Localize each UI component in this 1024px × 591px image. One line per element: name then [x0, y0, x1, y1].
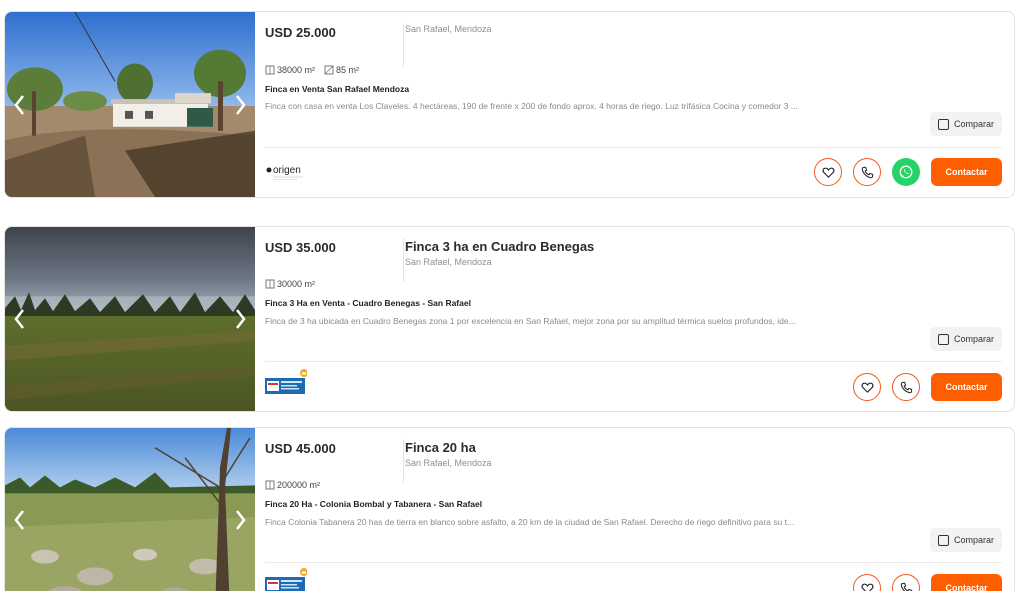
listing-description[interactable]: Finca de 3 ha ubicada en Cuadro Benegas … — [265, 316, 855, 326]
listing-features: 200000 m² — [265, 480, 320, 490]
feature-value: 200000 m² — [277, 480, 321, 490]
posting-title[interactable]: Finca 20 Ha - Colonia Bombal y Tabanera … — [265, 499, 482, 509]
listing-photo[interactable] — [5, 12, 255, 197]
listing-features: 38000 m² 85 m² — [265, 65, 359, 75]
listing-price: USD 25.000 — [265, 25, 336, 40]
listing-card[interactable]: USD 45.000 Finca 20 ha San Rafael, Mendo… — [4, 427, 1015, 591]
listing-location: San Rafael, Mendoza — [405, 24, 492, 34]
compare-label: Comparar — [953, 119, 994, 129]
listing-photo[interactable] — [5, 428, 255, 591]
listing-price: USD 35.000 — [265, 240, 336, 255]
listing-price: USD 45.000 — [265, 441, 336, 456]
listing-info: USD 45.000 Finca 20 ha San Rafael, Mendo… — [265, 428, 1014, 591]
land-area-icon — [265, 65, 275, 75]
realty-logo — [265, 369, 308, 394]
call-button[interactable] — [892, 373, 920, 401]
listing-location: San Rafael, Mendoza — [405, 458, 492, 468]
whatsapp-icon — [899, 165, 913, 179]
compare-checkbox[interactable]: Comparar — [930, 327, 1002, 351]
divider — [403, 238, 404, 282]
contact-button[interactable]: Contactar — [931, 574, 1002, 591]
compare-label: Comparar — [953, 334, 994, 344]
listing-title[interactable]: Finca 3 ha en Cuadro Benegas — [405, 239, 594, 254]
heart-icon — [861, 382, 873, 393]
listing-title[interactable]: Finca 20 ha — [405, 440, 476, 455]
contact-button[interactable]: Contactar — [931, 373, 1002, 401]
favorite-button[interactable] — [814, 158, 842, 186]
listing-description[interactable]: Finca con casa en venta Los Claveles. 4 … — [265, 101, 855, 111]
listing-features: 30000 m² — [265, 279, 315, 289]
listing-photo[interactable] — [5, 227, 255, 411]
compare-label: Comparar — [953, 535, 994, 545]
feature-land-area: 30000 m² — [265, 279, 315, 289]
phone-icon — [900, 582, 912, 591]
divider — [403, 23, 404, 67]
land-area-icon — [265, 279, 275, 289]
posting-title[interactable]: Finca en Venta San Rafael Mendoza — [265, 84, 409, 94]
origen-logo: origen — [266, 165, 303, 180]
checkbox-icon — [937, 333, 949, 345]
publisher-logo[interactable] — [265, 568, 308, 591]
next-photo-icon[interactable] — [231, 92, 249, 118]
publisher-logo[interactable] — [265, 369, 308, 394]
heart-icon — [861, 583, 873, 591]
divider — [265, 361, 1002, 362]
listing-card[interactable]: USD 25.000 San Rafael, Mendoza 38000 m² … — [4, 11, 1015, 198]
divider — [265, 147, 1002, 148]
previous-photo-icon[interactable] — [11, 507, 29, 533]
svg-text:origen: origen — [273, 165, 301, 176]
phone-icon — [861, 166, 873, 178]
listing-description[interactable]: Finca Colonia Tabanera 20 has de tierra … — [265, 517, 855, 527]
feature-value: 30000 m² — [277, 279, 316, 289]
feature-value: 85 m² — [336, 65, 360, 75]
checkbox-icon — [937, 534, 949, 546]
compare-checkbox[interactable]: Comparar — [930, 112, 1002, 136]
land-area-icon — [265, 480, 275, 490]
listings-feed: USD 25.000 San Rafael, Mendoza 38000 m² … — [0, 0, 1024, 591]
feature-land-area: 200000 m² — [265, 480, 320, 490]
listing-card[interactable]: USD 35.000 Finca 3 ha en Cuadro Benegas … — [4, 226, 1015, 412]
listing-location: San Rafael, Mendoza — [405, 257, 492, 267]
feature-covered-area: 85 m² — [324, 65, 359, 75]
next-photo-icon[interactable] — [231, 306, 249, 332]
phone-icon — [900, 381, 912, 393]
divider — [403, 439, 404, 483]
farmhouse-photo — [5, 12, 255, 197]
listing-info: USD 35.000 Finca 3 ha en Cuadro Benegas … — [265, 227, 1014, 411]
open-land-photo — [5, 428, 255, 591]
previous-photo-icon[interactable] — [11, 306, 29, 332]
favorite-button[interactable] — [853, 574, 881, 591]
compare-checkbox[interactable]: Comparar — [930, 528, 1002, 552]
divider — [265, 562, 1002, 563]
call-button[interactable] — [892, 574, 920, 591]
call-button[interactable] — [853, 158, 881, 186]
listing-actions: Contactar — [814, 158, 1002, 186]
field-photo — [5, 227, 255, 411]
listing-actions: Contactar — [853, 373, 1002, 401]
publisher-logo[interactable]: origen — [265, 161, 307, 183]
heart-icon — [822, 167, 834, 178]
feature-value: 38000 m² — [277, 65, 316, 75]
next-photo-icon[interactable] — [231, 507, 249, 533]
posting-title[interactable]: Finca 3 Ha en Venta - Cuadro Benegas - S… — [265, 298, 471, 308]
favorite-button[interactable] — [853, 373, 881, 401]
listing-actions: Contactar — [853, 574, 1002, 591]
covered-area-icon — [324, 65, 334, 75]
listing-info: USD 25.000 San Rafael, Mendoza 38000 m² … — [265, 12, 1014, 197]
previous-photo-icon[interactable] — [11, 92, 29, 118]
feature-land-area: 38000 m² — [265, 65, 315, 75]
contact-button[interactable]: Contactar — [931, 158, 1002, 186]
realty-logo — [265, 568, 308, 591]
checkbox-icon — [937, 118, 949, 130]
whatsapp-button[interactable] — [892, 158, 920, 186]
